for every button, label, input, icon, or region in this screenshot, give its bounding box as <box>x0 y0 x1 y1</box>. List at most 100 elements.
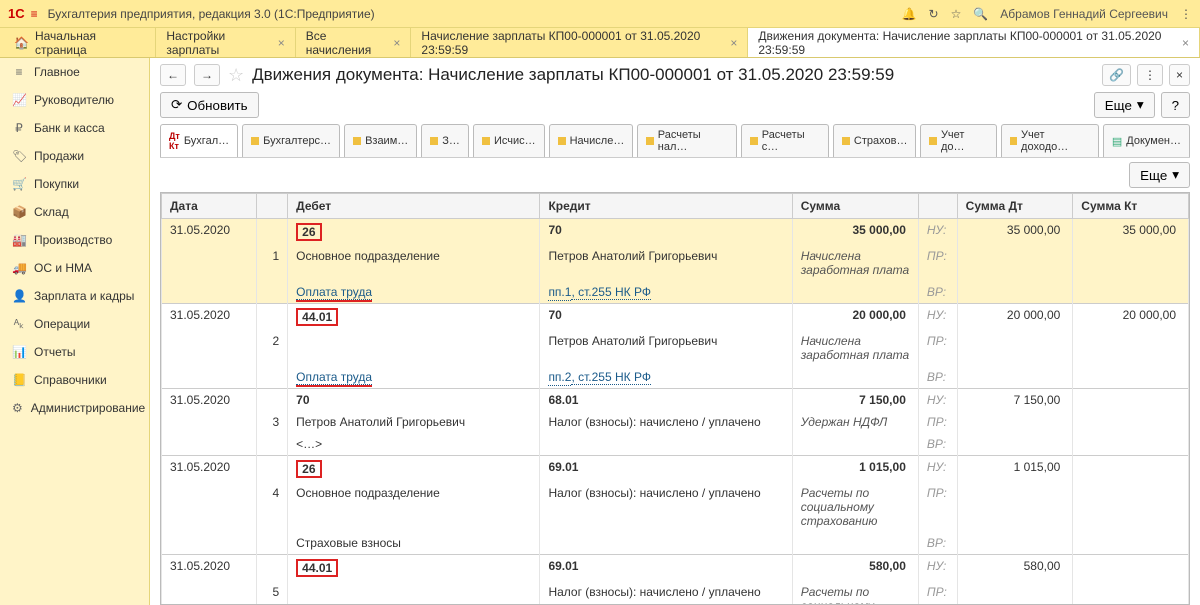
table-row[interactable]: 2Петров Анатолий ГригорьевичНачислена за… <box>162 330 1189 366</box>
register-tab[interactable]: Расчеты нал… <box>637 124 737 157</box>
table-row[interactable]: 31.05.20202669.011 015,00НУ:1 015,00 <box>162 456 1189 483</box>
search-icon[interactable]: 🔍 <box>973 7 988 21</box>
sidebar-item[interactable]: ᴬₖОперации <box>0 310 149 338</box>
tab-close-icon[interactable]: × <box>1182 36 1189 50</box>
table-row[interactable]: 31.05.202044.017020 000,00НУ:20 000,0020… <box>162 304 1189 331</box>
table-row[interactable]: <…>ВР: <box>162 433 1189 456</box>
tab[interactable]: Все начисления× <box>296 28 412 57</box>
register-tab[interactable]: Исчис… <box>473 124 545 157</box>
sidebar-icon: ≡ <box>12 65 26 79</box>
user-name[interactable]: Абрамов Геннадий Сергеевич <box>1000 7 1168 21</box>
register-tab-label: Учет доходо… <box>1021 129 1090 153</box>
main-menu-icon[interactable]: ≡ <box>31 7 38 21</box>
register-tab[interactable]: Страхов… <box>833 124 917 157</box>
sidebar-label: Покупки <box>34 177 79 191</box>
register-icon <box>929 137 936 145</box>
tab[interactable]: Начисление зарплаты КП00-000001 от 31.05… <box>411 28 748 57</box>
register-tab-label: Докумен… <box>1126 135 1181 147</box>
more-icon[interactable]: ⋮ <box>1180 7 1192 21</box>
register-tab[interactable]: Расчеты с… <box>741 124 829 157</box>
table-row[interactable]: 1Основное подразделениеПетров Анатолий Г… <box>162 245 1189 281</box>
register-tab[interactable]: Учет до… <box>920 124 996 157</box>
register-icon <box>558 137 566 145</box>
nav-forward[interactable]: → <box>194 64 220 86</box>
register-tab-label: З… <box>442 135 460 147</box>
tab-label: Настройки зарплаты <box>166 29 271 57</box>
table-row[interactable]: 4Основное подразделениеНалог (взносы): н… <box>162 482 1189 532</box>
column-header[interactable]: Сумма <box>792 194 918 219</box>
column-header[interactable]: Сумма Кт <box>1073 194 1189 219</box>
more-vert-icon[interactable]: ⋮ <box>1137 64 1163 86</box>
sidebar-item[interactable]: 📒Справочники <box>0 366 149 394</box>
page-title: Движения документа: Начисление зарплаты … <box>252 65 894 85</box>
column-header[interactable]: Дата <box>162 194 257 219</box>
sidebar-item[interactable]: 📦Склад <box>0 198 149 226</box>
column-header[interactable]: Дебет <box>288 194 540 219</box>
sidebar-item[interactable]: 📈Руководителю <box>0 86 149 114</box>
close-icon[interactable]: × <box>1169 64 1190 86</box>
sidebar-label: Продажи <box>34 149 84 163</box>
register-tab-label: Страхов… <box>854 135 908 147</box>
tab-close-icon[interactable]: × <box>393 36 400 50</box>
table-row[interactable]: Оплата трудапп.2, ст.255 НК РФВР: <box>162 366 1189 389</box>
table-row[interactable]: 3Петров Анатолий ГригорьевичНалог (взнос… <box>162 411 1189 433</box>
sidebar-icon: ᴬₖ <box>12 317 26 331</box>
tab[interactable]: Настройки зарплаты × <box>156 28 295 57</box>
register-icon <box>1010 137 1017 145</box>
accounting-grid[interactable]: Дата ДебетКредитСумма Сумма ДтСумма Кт 31.… <box>160 192 1190 605</box>
register-tab[interactable]: З… <box>421 124 469 157</box>
table-row[interactable]: 31.05.20207068.017 150,00НУ:7 150,00 <box>162 389 1189 412</box>
grid-more-button[interactable]: Еще ▾ <box>1129 162 1190 188</box>
register-icon <box>430 137 438 145</box>
help-button[interactable]: ? <box>1161 92 1190 118</box>
refresh-button[interactable]: ⟳ Обновить <box>160 92 259 118</box>
tab-home-label: Начальная страница <box>35 29 141 57</box>
tab-close-icon[interactable]: × <box>730 36 737 50</box>
star-icon[interactable]: ☆ <box>228 65 244 86</box>
register-tab[interactable]: Начисле… <box>549 124 634 157</box>
sidebar-item[interactable]: ≡Главное <box>0 58 149 86</box>
tabs-bar: 🏠 Начальная страница Настройки зарплаты ×… <box>0 28 1200 58</box>
table-row[interactable]: 31.05.202044.0169.01580,00НУ:580,00 <box>162 555 1189 582</box>
dtkt-icon: ДтКт <box>169 131 180 151</box>
register-tab[interactable]: ДтКтБухгал… <box>160 124 238 157</box>
doc-icon: ▤ <box>1112 135 1122 148</box>
column-header[interactable] <box>256 194 288 219</box>
register-tab[interactable]: Учет доходо… <box>1001 124 1099 157</box>
sidebar-item[interactable]: 📊Отчеты <box>0 338 149 366</box>
refresh-icon: ⟳ <box>171 97 182 113</box>
column-header[interactable]: Кредит <box>540 194 792 219</box>
table-row[interactable]: Страховые взносыВР: <box>162 532 1189 555</box>
star-icon[interactable]: ☆ <box>951 7 962 21</box>
bell-icon[interactable]: 🔔 <box>902 7 917 21</box>
register-tab[interactable]: ▤ Докумен… <box>1103 124 1190 157</box>
table-row[interactable]: Оплата трудапп.1, ст.255 НК РФВР: <box>162 281 1189 304</box>
sidebar-item[interactable]: 🚚ОС и НМА <box>0 254 149 282</box>
tab-close-icon[interactable]: × <box>278 36 285 50</box>
tab-home[interactable]: 🏠 Начальная страница <box>0 28 156 57</box>
table-row[interactable]: 31.05.2020267035 000,00НУ:35 000,0035 00… <box>162 219 1189 246</box>
link-icon[interactable]: 🔗 <box>1102 64 1131 86</box>
sidebar-item[interactable]: 🏷Продажи <box>0 142 149 170</box>
sidebar-label: ОС и НМА <box>34 261 92 275</box>
register-icon <box>353 137 361 145</box>
column-header[interactable]: Сумма Дт <box>957 194 1073 219</box>
sidebar-item[interactable]: ₽Банк и касса <box>0 114 149 142</box>
register-tab[interactable]: Бухгалтерс… <box>242 124 340 157</box>
nav-back[interactable]: ← <box>160 64 186 86</box>
sidebar-icon: ⚙ <box>12 401 23 415</box>
history-icon[interactable]: ↻ <box>929 7 939 21</box>
sidebar-item[interactable]: 🏭Производство <box>0 226 149 254</box>
tab[interactable]: Движения документа: Начисление зарплаты … <box>748 28 1200 57</box>
more-button[interactable]: Еще ▾ <box>1094 92 1155 118</box>
table-row[interactable]: 5Налог (взносы): начислено / уплаченоРас… <box>162 581 1189 605</box>
sidebar-icon: 📈 <box>12 93 26 107</box>
register-tab-label: Учет до… <box>941 129 988 153</box>
column-header[interactable] <box>918 194 957 219</box>
sidebar-item[interactable]: ⚙Администрирование <box>0 394 149 422</box>
sidebar: ≡Главное📈Руководителю₽Банк и касса🏷Прода… <box>0 58 150 605</box>
sidebar-item[interactable]: 🛒Покупки <box>0 170 149 198</box>
sidebar-item[interactable]: 👤Зарплата и кадры <box>0 282 149 310</box>
register-tab[interactable]: Взаим… <box>344 124 417 157</box>
sidebar-icon: 👤 <box>12 289 26 303</box>
